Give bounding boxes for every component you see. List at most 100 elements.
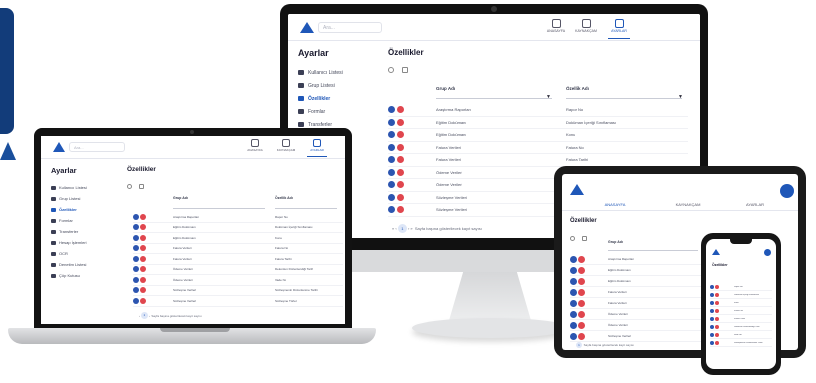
sidebar-item-forms[interactable]: Formlar (298, 105, 378, 118)
delete-icon[interactable] (139, 184, 145, 189)
delete-button[interactable] (578, 321, 585, 329)
delete-button[interactable] (578, 255, 585, 263)
sidebar-item-transfers[interactable]: Transferler (51, 226, 123, 237)
refresh-icon[interactable] (570, 236, 575, 241)
edit-button[interactable] (388, 143, 395, 151)
delete-button[interactable] (578, 310, 585, 318)
delete-button[interactable] (140, 255, 146, 262)
sidebar-item-features[interactable]: Özellikler (298, 92, 378, 105)
edit-button[interactable] (133, 276, 139, 283)
delete-button[interactable] (715, 316, 719, 321)
delete-button[interactable] (397, 168, 404, 176)
sidebar-item-trash[interactable]: Çöp Kutusu (51, 270, 123, 281)
edit-button[interactable] (388, 131, 395, 139)
delete-button[interactable] (578, 277, 585, 285)
delete-button[interactable] (715, 308, 719, 313)
first-page-button[interactable]: « (392, 226, 394, 231)
tab-home[interactable]: ANASAYFA (600, 202, 630, 207)
sidebar-item-features[interactable]: Özellikler (51, 204, 123, 215)
delete-icon[interactable] (582, 236, 588, 241)
delete-button[interactable] (578, 266, 585, 274)
prev-page-button[interactable]: ‹ (139, 314, 140, 318)
edit-button[interactable] (133, 224, 139, 231)
edit-button[interactable] (133, 245, 139, 252)
edit-button[interactable] (133, 234, 139, 241)
group-filter-input[interactable] (173, 208, 265, 209)
edit-button[interactable] (570, 321, 577, 329)
delete-button[interactable] (140, 224, 146, 231)
edit-button[interactable] (710, 316, 714, 321)
delete-icon[interactable] (402, 67, 409, 73)
sidebar-item-users[interactable]: Kullanıcı Listesi (298, 66, 378, 79)
sidebar-item-account[interactable]: Hesap İşlemleri (51, 237, 123, 248)
edit-button[interactable] (710, 284, 714, 289)
refresh-icon[interactable] (127, 184, 132, 189)
edit-button[interactable] (388, 156, 395, 164)
delete-button[interactable] (397, 193, 404, 201)
delete-button[interactable] (140, 245, 146, 252)
edit-button[interactable] (570, 255, 577, 263)
edit-button[interactable] (388, 206, 395, 214)
delete-button[interactable] (397, 206, 404, 214)
delete-button[interactable] (715, 332, 719, 337)
sidebar-item-groups[interactable]: Grup Listesi (51, 193, 123, 204)
delete-button[interactable] (140, 266, 146, 273)
prev-page-button[interactable]: ‹ (395, 226, 396, 231)
delete-button[interactable] (140, 287, 146, 294)
edit-button[interactable] (710, 292, 714, 297)
refresh-icon[interactable] (388, 67, 394, 73)
tab-bibliography[interactable]: KAYNAKÇAM (273, 139, 299, 156)
delete-button[interactable] (715, 324, 719, 329)
edit-button[interactable] (133, 266, 139, 273)
delete-button[interactable] (715, 292, 719, 297)
sidebar-item-ocr[interactable]: OCR (51, 248, 123, 259)
sidebar-item-users[interactable]: Kullanıcı Listesi (51, 182, 123, 193)
delete-button[interactable] (397, 156, 404, 164)
feature-filter-input[interactable] (275, 208, 337, 209)
edit-button[interactable] (388, 106, 395, 114)
edit-button[interactable] (570, 310, 577, 318)
next-page-button[interactable]: › (149, 314, 150, 318)
edit-button[interactable] (710, 332, 714, 337)
delete-button[interactable] (715, 284, 719, 289)
delete-button[interactable] (397, 181, 404, 189)
edit-button[interactable] (388, 193, 395, 201)
group-filter-input[interactable] (608, 250, 698, 251)
tab-settings[interactable]: AYARLAR (740, 202, 770, 207)
edit-button[interactable] (570, 288, 577, 296)
search-input[interactable]: Ara... (318, 22, 382, 33)
edit-button[interactable] (570, 266, 577, 274)
delete-button[interactable] (397, 143, 404, 151)
edit-button[interactable] (133, 213, 139, 220)
tab-settings[interactable]: AYARLAR (307, 139, 327, 157)
tab-settings[interactable]: AYARLAR (608, 19, 630, 39)
edit-button[interactable] (388, 118, 395, 126)
tab-bibliography[interactable]: KAYNAKÇAM (670, 202, 706, 207)
delete-button[interactable] (140, 234, 146, 241)
sidebar-item-groups[interactable]: Grup Listesi (298, 79, 378, 92)
edit-button[interactable] (133, 287, 139, 294)
sidebar-item-forms[interactable]: Formlar (51, 215, 123, 226)
next-page-button[interactable]: › (408, 226, 409, 231)
delete-button[interactable] (578, 288, 585, 296)
delete-button[interactable] (578, 332, 585, 340)
delete-button[interactable] (397, 106, 404, 114)
delete-button[interactable] (715, 340, 719, 345)
avatar[interactable] (780, 184, 794, 198)
delete-button[interactable] (140, 297, 146, 304)
sidebar-item-audit[interactable]: Denetim Listesi (51, 259, 123, 270)
delete-button[interactable] (397, 131, 404, 139)
edit-button[interactable] (388, 181, 395, 189)
current-page[interactable]: 1 (576, 342, 582, 348)
tab-home[interactable]: ANASAYFA (546, 19, 566, 38)
filter-icon[interactable]: ▼ (678, 94, 683, 100)
delete-button[interactable] (715, 300, 719, 305)
delete-button[interactable] (397, 118, 404, 126)
tab-bibliography[interactable]: KAYNAKÇAM (572, 19, 600, 38)
edit-button[interactable] (133, 255, 139, 262)
feature-filter-input[interactable] (566, 98, 682, 99)
tab-home[interactable]: ANASAYFA (245, 139, 265, 156)
edit-button[interactable] (133, 297, 139, 304)
edit-button[interactable] (570, 299, 577, 307)
filter-icon[interactable]: ▼ (546, 94, 551, 100)
